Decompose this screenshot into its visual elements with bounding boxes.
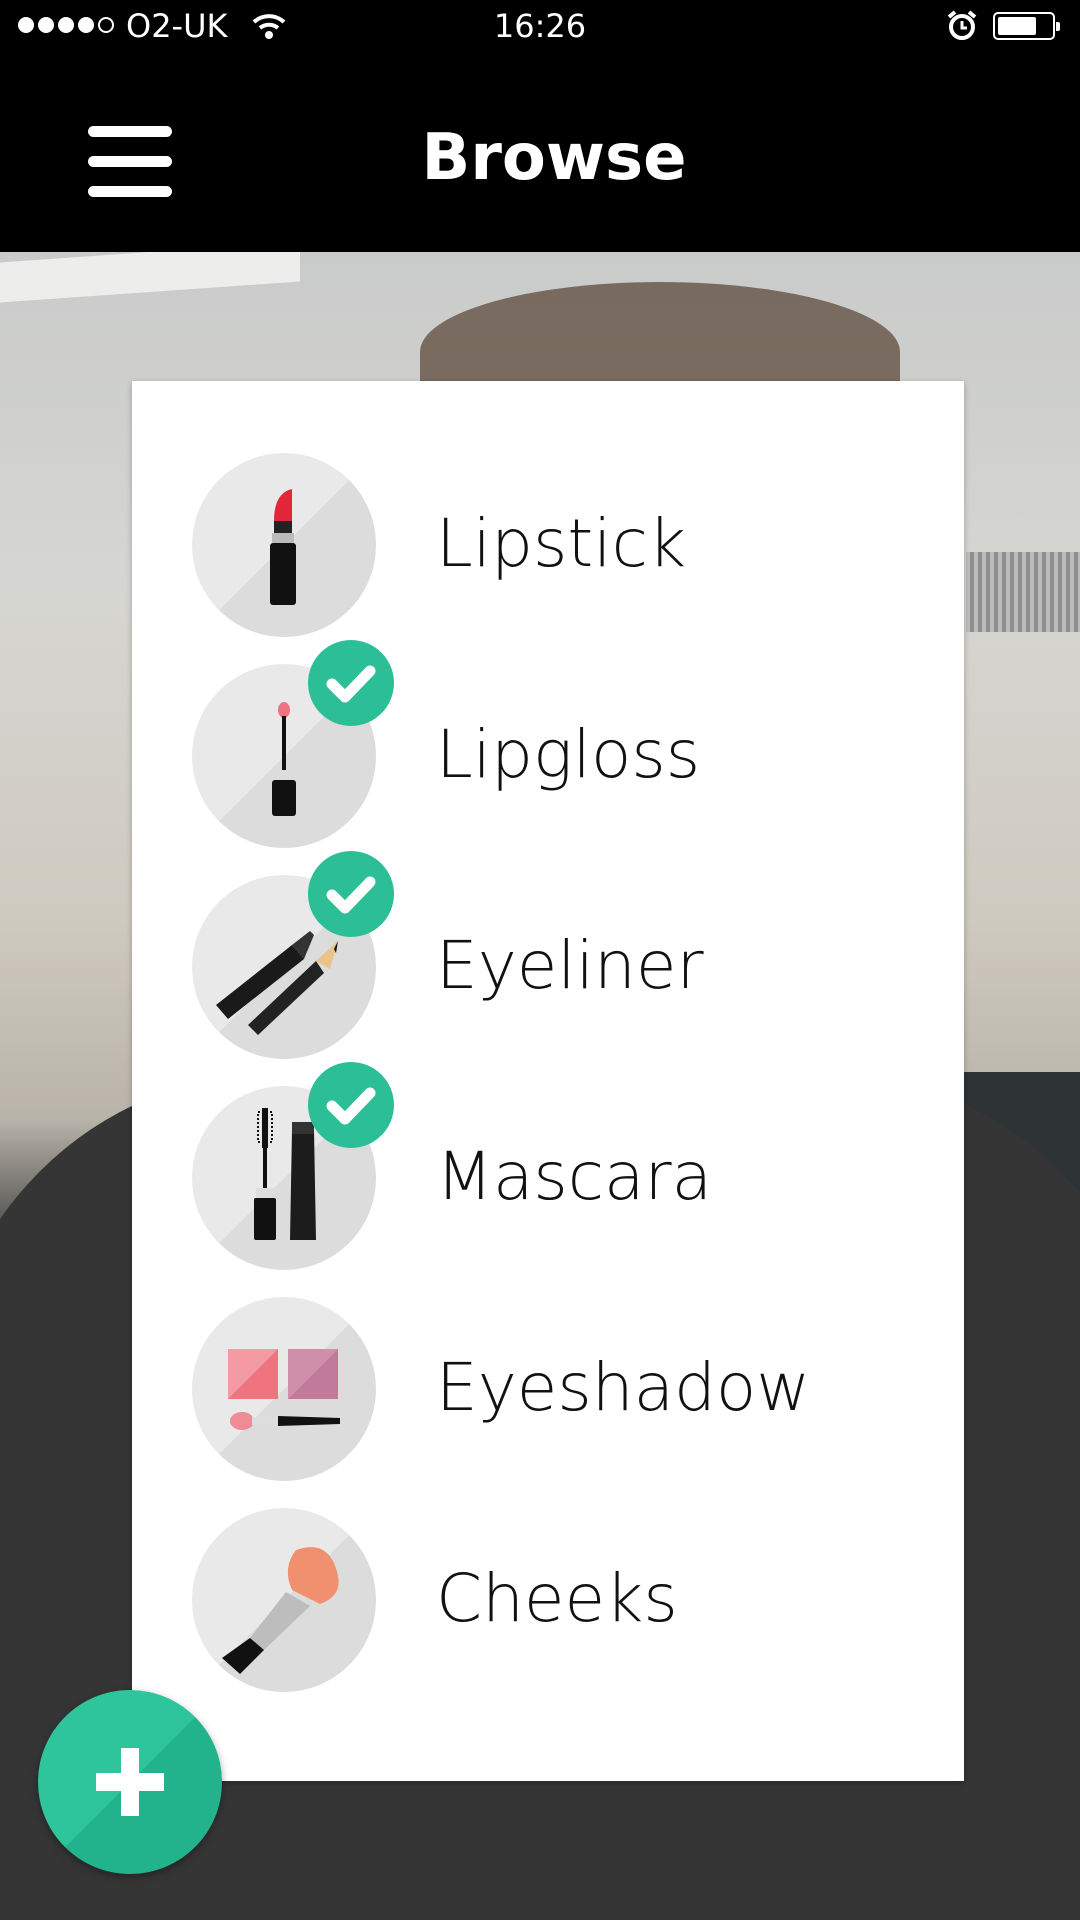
category-label: Mascara [436,1138,713,1215]
category-label: Lipstick [436,505,687,582]
status-time: 16:26 [493,7,587,45]
category-item-eyeliner[interactable]: Eyeliner [132,851,964,1065]
alarm-icon [946,10,978,46]
category-item-lipstick[interactable]: Lipstick [132,453,964,643]
add-button[interactable] [38,1690,222,1874]
status-bar: O2-UK 16:26 [0,0,1080,52]
battery-icon [993,12,1060,40]
category-label: Eyeliner [436,927,704,1004]
category-item-cheeks[interactable]: Cheeks [132,1508,964,1698]
category-item-eyeshadow[interactable]: Eyeshadow [132,1297,964,1487]
cheeks-brush-icon [192,1508,376,1692]
lipstick-icon [192,453,376,637]
navigation-bar: Browse [0,52,1080,252]
page-title: Browse [421,121,687,195]
selected-check-icon [308,851,394,937]
category-label: Lipgloss [436,716,701,793]
category-label: Cheeks [436,1560,678,1637]
eyeshadow-icon [192,1297,376,1481]
category-item-mascara[interactable]: Mascara [132,1062,964,1276]
category-item-lipgloss[interactable]: Lipgloss [132,640,964,854]
category-label: Eyeshadow [436,1349,811,1426]
selected-check-icon [308,640,394,726]
category-list-card: Lipstick Lipgloss Eyeliner Mascara Eyesh… [132,381,964,1781]
selected-check-icon [308,1062,394,1148]
